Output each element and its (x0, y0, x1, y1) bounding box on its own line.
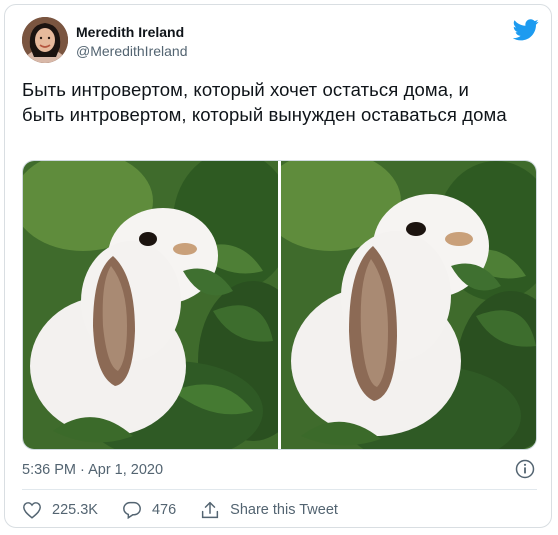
share-label: Share this Tweet (230, 502, 338, 518)
heart-icon (23, 502, 41, 519)
tweet-actions: 225.3K 476 Share this Tweet (22, 499, 362, 521)
bunny-photo-right[interactable] (281, 161, 536, 449)
like-count: 225.3K (52, 502, 98, 518)
tweet-text: Быть интровертом, который хочет остаться… (22, 77, 542, 127)
tweet-text-line: быть интровертом, который вынужден остав… (22, 104, 507, 125)
tweet-media[interactable] (22, 160, 537, 450)
share-button[interactable]: Share this Tweet (200, 501, 338, 519)
bunny-photo-left[interactable] (23, 161, 278, 449)
reply-count: 476 (151, 502, 177, 518)
tweet-card: Meredith Ireland @MeredithIreland Быть и… (4, 4, 552, 528)
author-handle[interactable]: @MeredithIreland (76, 43, 188, 59)
divider (22, 489, 537, 490)
author-name[interactable]: Meredith Ireland (76, 24, 184, 40)
info-icon[interactable] (515, 459, 535, 479)
twitter-bird-icon[interactable] (512, 19, 539, 41)
reply-button[interactable]: 476 (122, 501, 176, 519)
reply-icon (123, 501, 141, 519)
share-icon (202, 501, 219, 519)
avatar[interactable] (22, 17, 68, 63)
tweet-timestamp[interactable]: 5:36 PM · Apr 1, 2020 (22, 462, 163, 478)
tweet-text-line: Быть интровертом, который хочет остаться… (22, 79, 469, 100)
like-button[interactable]: 225.3K (22, 501, 98, 519)
